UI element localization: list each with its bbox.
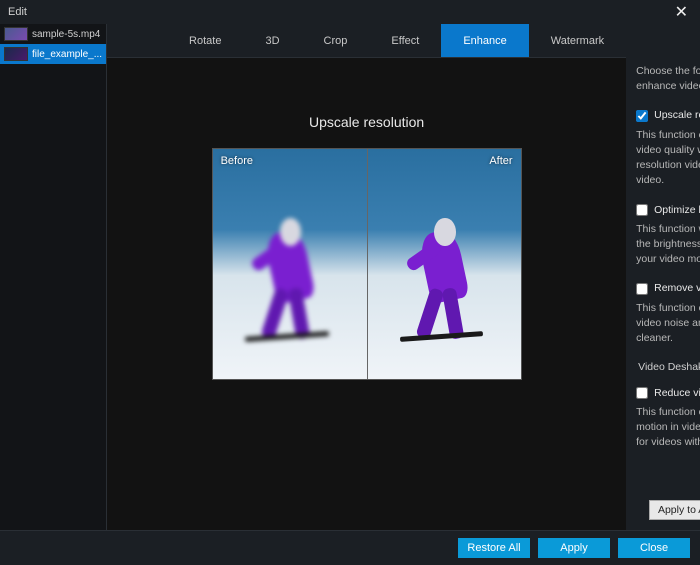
checkbox-noise[interactable] [636, 283, 648, 295]
file-item[interactable]: file_example_... [0, 44, 106, 64]
before-label: Before [221, 155, 253, 167]
opt-desc: This function enables you to get superb … [636, 128, 700, 189]
after-pane: After [367, 149, 521, 379]
file-name: sample-5s.mp4 [32, 29, 100, 40]
learn-more-link[interactable]: Learn more... [636, 454, 700, 469]
window-title: Edit [8, 6, 671, 18]
tab-3d[interactable]: 3D [243, 24, 301, 57]
opt-noise[interactable]: Remove video noise [636, 281, 700, 296]
opt-upscale[interactable]: Upscale resolution [636, 108, 700, 123]
tab-watermark[interactable]: Watermark [529, 24, 626, 57]
opt-desc: This function will automatically optimiz… [636, 222, 700, 268]
opt-label: Upscale resolution [654, 108, 700, 123]
file-item[interactable]: sample-5s.mp4 [0, 24, 106, 44]
panel-buttons: Apply to All Restore Defaults [636, 500, 700, 520]
after-label: After [489, 155, 512, 167]
tab-rotate[interactable]: Rotate [167, 24, 243, 57]
apply-button[interactable]: Apply [538, 538, 610, 558]
checkbox-upscale[interactable] [636, 110, 648, 122]
restore-all-button[interactable]: Restore All [458, 538, 530, 558]
file-sidebar: sample-5s.mp4 file_example_... [0, 24, 107, 530]
before-pane: Before [213, 149, 367, 379]
content: Rotate 3D Crop Effect Enhance Watermark … [107, 24, 700, 530]
opt-brightness[interactable]: Optimize brightness and contrast [636, 203, 700, 218]
opt-desc: This function can remove the dirt-like v… [636, 301, 700, 347]
footer: Restore All Apply Close [0, 530, 700, 565]
apply-to-all-button[interactable]: Apply to All [649, 500, 700, 520]
preview-title: Upscale resolution [309, 114, 424, 130]
deshaking-subhead: Video Deshaking [638, 360, 700, 375]
file-name: file_example_... [32, 49, 102, 60]
file-thumb-icon [4, 47, 28, 61]
opt-deshake[interactable]: Reduce video shaking [636, 386, 700, 401]
main: sample-5s.mp4 file_example_... Rotate 3D… [0, 24, 700, 530]
opt-label: Reduce video shaking [654, 386, 700, 401]
compare-image: Before After [212, 148, 522, 380]
checkbox-deshake[interactable] [636, 387, 648, 399]
close-button[interactable]: Close [618, 538, 690, 558]
titlebar: Edit ✕ [0, 0, 700, 24]
opt-label: Optimize brightness and contrast [654, 203, 700, 218]
tab-crop[interactable]: Crop [302, 24, 370, 57]
close-icon[interactable]: ✕ [671, 2, 692, 22]
tab-effect[interactable]: Effect [369, 24, 441, 57]
checkbox-brightness[interactable] [636, 204, 648, 216]
file-thumb-icon [4, 27, 28, 41]
tab-enhance[interactable]: Enhance [441, 24, 528, 57]
tabs: Rotate 3D Crop Effect Enhance Watermark [107, 24, 626, 58]
panel-intro: Choose the following options to enhance … [636, 64, 700, 94]
options-panel: Choose the following options to enhance … [626, 24, 700, 530]
preview-area: Rotate 3D Crop Effect Enhance Watermark … [107, 24, 626, 530]
preview-body: Upscale resolution Before After [107, 58, 626, 530]
opt-desc: This function can reduce shaking motion … [636, 405, 700, 451]
opt-label: Remove video noise [654, 281, 700, 296]
